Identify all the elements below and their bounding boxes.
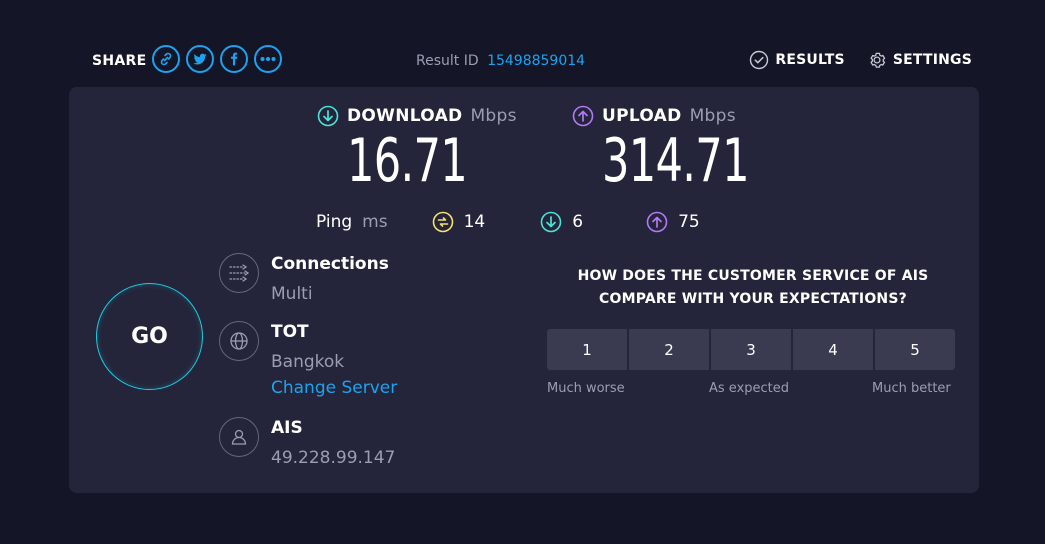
upload-arrow-icon: [572, 105, 594, 127]
isp-info: AIS 49.228.99.147: [219, 417, 395, 468]
download-arrow-icon: [317, 105, 339, 127]
twitter-icon[interactable]: [186, 45, 214, 73]
isp-ip: 49.228.99.147: [271, 448, 396, 468]
ping-download: 6: [540, 211, 583, 233]
server-text: TOT Bangkok Change Server: [271, 321, 397, 398]
rating-option-5[interactable]: 5: [875, 329, 955, 370]
download-unit: Mbps: [470, 106, 517, 126]
upload-value: 314.71: [602, 126, 750, 196]
server-title: TOT: [271, 322, 309, 342]
results-label: RESULTS: [775, 52, 845, 68]
change-server-link[interactable]: Change Server: [271, 378, 397, 398]
ping-unit: ms: [362, 212, 388, 232]
download-header: DOWNLOAD Mbps: [317, 105, 517, 127]
result-id: Result ID 15498859014: [416, 53, 585, 69]
survey-line-1: HOW DOES THE CUSTOMER SERVICE OF AIS: [577, 268, 929, 284]
user-icon: [219, 417, 259, 457]
rating-scale: 1 2 3 4 5: [547, 329, 955, 370]
share-icons: [152, 45, 282, 73]
facebook-icon[interactable]: [220, 45, 248, 73]
more-icon[interactable]: [254, 45, 282, 73]
upload-arrow-icon: [646, 211, 668, 233]
top-nav: RESULTS SETTINGS: [749, 50, 972, 70]
upload-label: UPLOAD: [602, 106, 682, 126]
rating-option-4[interactable]: 4: [793, 329, 873, 370]
survey-question: HOW DOES THE CUSTOMER SERVICE OF AIS COM…: [547, 265, 959, 311]
result-id-link[interactable]: 15498859014: [487, 53, 585, 69]
share-label: SHARE: [92, 53, 147, 69]
isp-text: AIS 49.228.99.147: [271, 417, 395, 468]
isp-title: AIS: [271, 418, 303, 438]
ping-idle: 14: [432, 211, 486, 233]
ping-idle-value: 14: [463, 212, 486, 232]
ping-download-value: 6: [572, 212, 584, 232]
connections-icon[interactable]: [219, 253, 259, 293]
go-button[interactable]: GO: [96, 283, 203, 390]
upload-header: UPLOAD Mbps: [572, 105, 806, 127]
ping-label: Ping: [316, 212, 353, 232]
results-link[interactable]: RESULTS: [749, 50, 845, 70]
rating-option-1[interactable]: 1: [547, 329, 627, 370]
survey-line-2: COMPARE WITH YOUR EXPECTATIONS?: [599, 291, 907, 307]
connections-info: Connections Multi: [219, 253, 389, 304]
server-location: Bangkok: [271, 352, 345, 372]
rating-option-2[interactable]: 2: [629, 329, 709, 370]
globe-icon: [219, 321, 259, 361]
download-value: 16.71: [347, 126, 468, 196]
ping-row: Ping ms 14 6 75: [316, 211, 700, 233]
ping-upload: 75: [646, 211, 700, 233]
ping-upload-value: 75: [678, 212, 700, 232]
download-label: DOWNLOAD: [347, 106, 463, 126]
gear-icon: [870, 52, 886, 68]
ping-idle-icon: [432, 211, 453, 233]
scale-mid-label: As expected: [709, 381, 790, 396]
result-id-label: Result ID: [416, 53, 479, 69]
connections-value: Multi: [271, 284, 313, 304]
download-metric: DOWNLOAD Mbps 16.71: [317, 105, 517, 193]
download-arrow-icon: [540, 211, 562, 233]
connections-text: Connections Multi: [271, 253, 389, 304]
upload-unit: Mbps: [689, 106, 736, 126]
scale-low-label: Much worse: [547, 381, 625, 396]
check-circle-icon: [750, 50, 769, 70]
settings-link[interactable]: SETTINGS: [867, 50, 972, 70]
upload-metric: UPLOAD Mbps 314.71: [572, 105, 806, 193]
top-bar: SHARE Result ID 15498859014 RESULTS SETT…: [0, 0, 1045, 87]
link-icon[interactable]: [152, 45, 180, 73]
scale-high-label: Much better: [872, 381, 951, 396]
connections-title: Connections: [271, 254, 389, 274]
server-info: TOT Bangkok Change Server: [219, 321, 397, 398]
results-panel: DOWNLOAD Mbps 16.71 UPLOAD Mbps 314.71 P…: [69, 87, 979, 493]
settings-label: SETTINGS: [892, 52, 972, 68]
rating-option-3[interactable]: 3: [711, 329, 791, 370]
